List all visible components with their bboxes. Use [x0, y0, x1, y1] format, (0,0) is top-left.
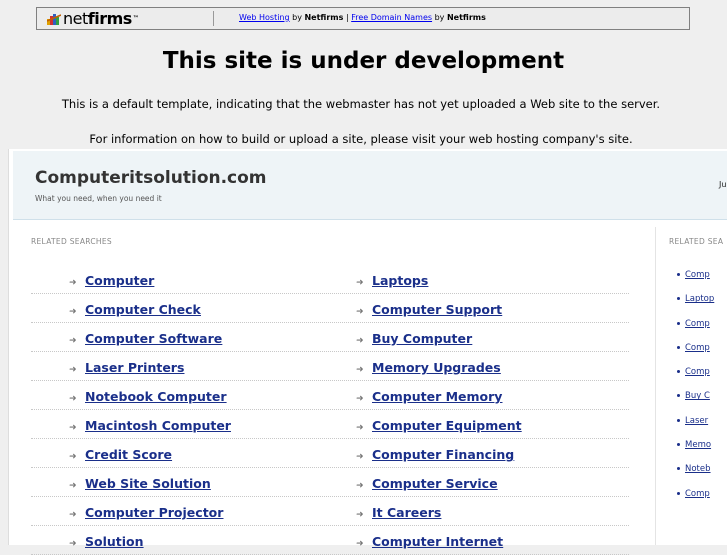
arrow-right-icon: ➜: [356, 423, 364, 433]
arrow-right-icon: ➜: [69, 452, 77, 462]
related-searches-list: ➜ Computer ➜ Laptops ➜ Computer Check ➜ Comp…: [31, 265, 629, 555]
banner-links: Web Hosting by Netfirms | Free Domain Na…: [239, 13, 486, 22]
netfirms-logo[interactable]: netfirms™: [47, 9, 139, 28]
brand-netfirms-1: Netfirms: [304, 13, 344, 22]
related-search-link[interactable]: ➜ Computer Support: [356, 302, 502, 317]
arrow-right-icon: ➜: [356, 452, 364, 462]
header-right-text: Ju: [719, 180, 727, 189]
notice-line-1: This is a default template, indicating t…: [61, 97, 661, 111]
arrow-right-icon: ➜: [69, 365, 77, 375]
web-hosting-link[interactable]: Web Hosting: [239, 13, 290, 22]
parked-header: Computeritsolution.com What you need, wh…: [13, 151, 727, 220]
side-search-link[interactable]: Comp: [677, 319, 714, 343]
bullet-icon: [677, 345, 680, 349]
related-search-link[interactable]: ➜ Solution: [69, 534, 144, 549]
list-row: ➜ Computer ➜ Laptops: [31, 265, 629, 294]
side-search-link[interactable]: Buy C: [677, 391, 714, 415]
site-name[interactable]: Computeritsolution.com: [35, 168, 267, 188]
arrow-right-icon: ➜: [69, 278, 77, 288]
netfirms-logo-icon: [47, 14, 61, 25]
list-row: ➜ Macintosh Computer ➜ Computer Equipment: [31, 410, 629, 439]
side-search-link[interactable]: Laser: [677, 416, 714, 440]
related-search-link[interactable]: ➜ Laptops: [356, 273, 428, 288]
arrow-right-icon: ➜: [356, 394, 364, 404]
arrow-right-icon: ➜: [69, 307, 77, 317]
arrow-right-icon: ➜: [356, 336, 364, 346]
netfirms-banner: netfirms™ Web Hosting by Netfirms | Free…: [36, 7, 690, 30]
arrow-right-icon: ➜: [356, 278, 364, 288]
parked-page-frame: Computeritsolution.com What you need, wh…: [8, 149, 727, 555]
site-tagline: What you need, when you need it: [35, 194, 162, 203]
arrow-right-icon: ➜: [69, 423, 77, 433]
brand-netfirms-2: Netfirms: [446, 13, 486, 22]
related-search-link[interactable]: ➜ Computer Software: [69, 331, 222, 346]
arrow-right-icon: ➜: [69, 539, 77, 549]
arrow-right-icon: ➜: [356, 481, 364, 491]
list-row: ➜ Computer Check ➜ Computer Support: [31, 294, 629, 323]
side-related-searches-list: Comp Laptop Comp Comp Comp Buy C Laser M…: [677, 270, 714, 513]
related-search-link[interactable]: ➜ Buy Computer: [356, 331, 472, 346]
list-row: ➜ Solution ➜ Computer Internet: [31, 526, 629, 555]
bullet-icon: [677, 370, 680, 374]
list-row: ➜ Credit Score ➜ Computer Financing: [31, 439, 629, 468]
related-search-link[interactable]: ➜ Computer Financing: [356, 447, 514, 462]
side-search-link[interactable]: Comp: [677, 367, 714, 391]
netfirms-logo-text: netfirms™: [63, 9, 139, 28]
related-search-link[interactable]: ➜ Computer Check: [69, 302, 201, 317]
related-search-link[interactable]: ➜ It Careers: [356, 505, 441, 520]
column-divider: [655, 227, 656, 545]
related-search-link[interactable]: ➜ Computer Service: [356, 476, 498, 491]
related-searches-label: RELATED SEARCHES: [31, 237, 112, 246]
page-title: This site is under development: [162, 48, 565, 74]
bullet-icon: [677, 394, 680, 398]
arrow-right-icon: ➜: [356, 539, 364, 549]
related-search-link[interactable]: ➜ Computer Internet: [356, 534, 503, 549]
bullet-icon: [677, 297, 680, 301]
notice-line-2: For information on how to build or uploa…: [89, 132, 633, 146]
side-search-link[interactable]: Memo: [677, 440, 714, 464]
list-row: ➜ Web Site Solution ➜ Computer Service: [31, 468, 629, 497]
arrow-right-icon: ➜: [356, 307, 364, 317]
side-related-searches-label: RELATED SEA: [669, 237, 724, 246]
arrow-right-icon: ➜: [356, 365, 364, 375]
bullet-icon: [677, 467, 680, 471]
bullet-icon: [677, 321, 680, 325]
related-search-link[interactable]: ➜ Computer Memory: [356, 389, 502, 404]
related-search-link[interactable]: ➜ Notebook Computer: [69, 389, 227, 404]
bullet-icon: [677, 443, 680, 447]
list-row: ➜ Laser Printers ➜ Memory Upgrades: [31, 352, 629, 381]
side-search-link[interactable]: Comp: [677, 489, 714, 513]
side-search-link[interactable]: Noteb: [677, 464, 714, 488]
arrow-right-icon: ➜: [69, 510, 77, 520]
arrow-right-icon: ➜: [69, 481, 77, 491]
free-domain-names-link[interactable]: Free Domain Names: [351, 13, 432, 22]
banner-divider: [213, 11, 214, 26]
side-search-link[interactable]: Comp: [677, 270, 714, 294]
related-search-link[interactable]: ➜ Web Site Solution: [69, 476, 211, 491]
arrow-right-icon: ➜: [356, 510, 364, 520]
arrow-right-icon: ➜: [69, 394, 77, 404]
side-search-link[interactable]: Comp: [677, 343, 714, 367]
list-row: ➜ Computer Projector ➜ It Careers: [31, 497, 629, 526]
related-search-link[interactable]: ➜ Computer: [69, 273, 154, 288]
related-search-link[interactable]: ➜ Computer Equipment: [356, 418, 522, 433]
related-search-link[interactable]: ➜ Laser Printers: [69, 360, 184, 375]
related-search-link[interactable]: ➜ Macintosh Computer: [69, 418, 231, 433]
bullet-icon: [677, 418, 680, 422]
bullet-icon: [677, 273, 680, 276]
arrow-right-icon: ➜: [69, 336, 77, 346]
related-search-link[interactable]: ➜ Credit Score: [69, 447, 172, 462]
list-row: ➜ Notebook Computer ➜ Computer Memory: [31, 381, 629, 410]
side-search-link[interactable]: Laptop: [677, 294, 714, 318]
related-search-link[interactable]: ➜ Memory Upgrades: [356, 360, 501, 375]
related-search-link[interactable]: ➜ Computer Projector: [69, 505, 223, 520]
bullet-icon: [677, 491, 680, 495]
list-row: ➜ Computer Software ➜ Buy Computer: [31, 323, 629, 352]
